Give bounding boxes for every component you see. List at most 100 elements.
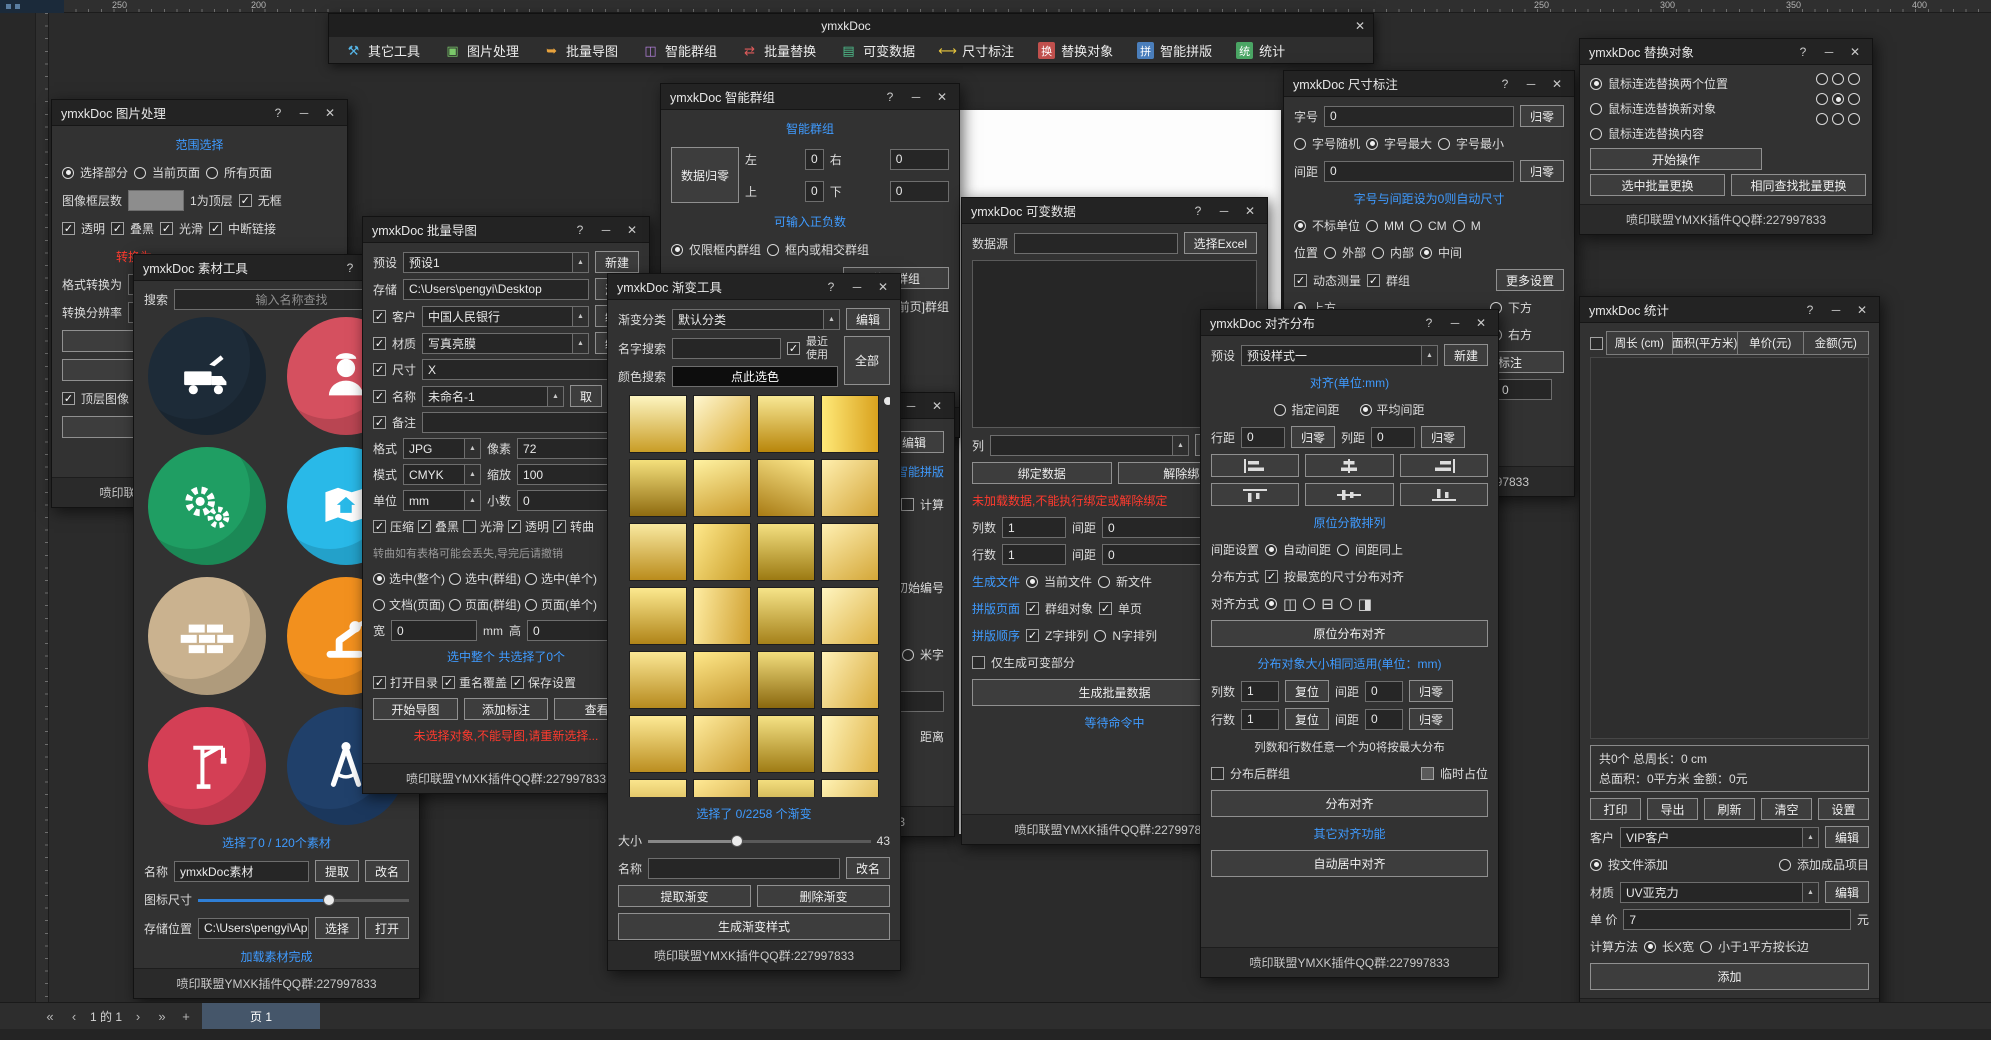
bind-data-button[interactable]: 绑定数据 <box>972 462 1112 484</box>
radio-current-file[interactable] <box>1026 576 1038 588</box>
radio-new-file[interactable] <box>1098 576 1110 588</box>
help-icon[interactable]: ? <box>270 106 286 120</box>
widest-size-checkbox[interactable] <box>1265 570 1278 583</box>
radio-align-mode-2[interactable] <box>1303 598 1315 610</box>
material-item[interactable] <box>144 447 271 565</box>
radio-selected-group[interactable] <box>449 573 461 585</box>
radio-mi-grid[interactable] <box>902 649 914 661</box>
dropdown-arrow-icon[interactable] <box>572 306 589 327</box>
minimize-icon[interactable]: ─ <box>598 223 614 237</box>
gradient-swatch[interactable] <box>693 459 751 517</box>
bottom-input[interactable]: 0 <box>890 181 949 202</box>
dropdown-arrow-icon[interactable] <box>1172 435 1189 456</box>
in-place-distribute-button[interactable]: 原位分布对齐 <box>1211 620 1488 647</box>
gradient-swatch[interactable] <box>757 651 815 709</box>
dropdown-arrow-icon[interactable] <box>547 386 564 407</box>
align-top-button[interactable] <box>1211 483 1299 506</box>
open-path-button[interactable]: 打开 <box>365 917 409 939</box>
option-radio[interactable] <box>1832 93 1844 105</box>
scrollbar-thumb[interactable] <box>884 397 890 405</box>
option-radio[interactable] <box>1832 113 1844 125</box>
radio-font-min[interactable] <box>1438 138 1450 150</box>
all-button[interactable]: 全部 <box>844 336 890 385</box>
align-center-h-button[interactable] <box>1305 454 1393 477</box>
dist-rows-input[interactable]: 1 <box>1241 709 1279 730</box>
toolbar-item-stats[interactable]: 统统计 <box>1236 41 1285 60</box>
preset-select[interactable]: 预设1 <box>403 252 572 273</box>
toolbar-item-replace-object[interactable]: 换替换对象 <box>1038 41 1113 60</box>
client-checkbox[interactable] <box>373 310 386 323</box>
gradient-swatch[interactable] <box>757 715 815 773</box>
titlebar[interactable]: ymxkDoc 可变数据?─✕ <box>962 198 1267 224</box>
help-icon[interactable]: ? <box>882 90 898 104</box>
material-item[interactable] <box>144 707 271 825</box>
radio-no-unit[interactable] <box>1294 220 1306 232</box>
radio-font-random[interactable] <box>1294 138 1306 150</box>
option-radio[interactable] <box>1816 113 1828 125</box>
stats-column-header[interactable]: 金额(元) <box>1803 331 1870 355</box>
material-item[interactable] <box>144 317 271 435</box>
gradient-swatch[interactable] <box>629 715 687 773</box>
zero-dist-row-button[interactable]: 归零 <box>1409 708 1453 730</box>
option-radio[interactable] <box>1848 113 1860 125</box>
help-icon[interactable]: ? <box>1802 303 1818 317</box>
option-radio[interactable] <box>1848 93 1860 105</box>
store-path-input[interactable]: C:\Users\pengyi\Desktop <box>403 279 589 300</box>
overprint-checkbox[interactable] <box>418 520 431 533</box>
stats-action-button[interactable]: 清空 <box>1761 798 1812 820</box>
help-icon[interactable]: ? <box>572 223 588 237</box>
align-right-button[interactable] <box>1400 454 1488 477</box>
edit-client-button[interactable]: 编辑 <box>1825 826 1869 848</box>
toolbar-item-smart-imposition[interactable]: 拼智能拼版 <box>1137 41 1212 60</box>
distribute-align-button[interactable]: 分布对齐 <box>1211 790 1488 817</box>
right-input[interactable]: 0 <box>890 149 949 170</box>
minimize-icon[interactable]: ─ <box>1447 316 1463 330</box>
titlebar[interactable]: ymxkDoc 对齐分布?─✕ <box>1201 310 1498 336</box>
radio-replace-two-positions[interactable] <box>1590 78 1602 90</box>
zero-dist-col-button[interactable]: 归零 <box>1409 680 1453 702</box>
dropdown-arrow-icon[interactable] <box>1802 827 1819 848</box>
gradient-swatch[interactable] <box>629 395 687 453</box>
edit-category-button[interactable]: 编辑 <box>846 308 890 330</box>
reset-cols-button[interactable]: 复位 <box>1285 680 1329 702</box>
row-gap-input[interactable]: 0 <box>1241 427 1285 448</box>
outline-checkbox[interactable] <box>553 520 566 533</box>
option-radio[interactable] <box>1832 73 1844 85</box>
material-name-input[interactable]: ymxkDoc素材 <box>174 861 309 882</box>
minimize-icon[interactable]: ─ <box>849 280 865 294</box>
gradient-swatch[interactable] <box>629 651 687 709</box>
add-page-button[interactable]: + <box>178 1009 194 1024</box>
help-icon[interactable]: ? <box>1190 204 1206 218</box>
radio-select-part[interactable] <box>62 167 74 179</box>
top-input[interactable]: 0 <box>805 181 824 202</box>
imposition-link[interactable]: 智能拼版 <box>896 463 944 480</box>
gradient-swatch[interactable] <box>629 587 687 645</box>
radio-font-max[interactable] <box>1366 138 1378 150</box>
stats-table-body[interactable] <box>1590 357 1869 739</box>
choose-path-button[interactable]: 选择 <box>315 917 359 939</box>
material-select[interactable]: 写真亮膜 <box>422 333 572 354</box>
gradient-swatch[interactable] <box>821 587 879 645</box>
add-annotation-button[interactable]: 添加标注 <box>464 698 549 720</box>
gradient-swatch[interactable] <box>757 523 815 581</box>
stats-action-button[interactable]: 设置 <box>1818 798 1869 820</box>
gradient-swatch[interactable] <box>821 651 879 709</box>
first-page-button[interactable]: « <box>42 1009 58 1024</box>
toolbar-item-image-process[interactable]: ▣图片处理 <box>444 41 519 60</box>
horizontal-ruler[interactable]: 250200250300350400 <box>0 0 1991 13</box>
minimize-icon[interactable]: ─ <box>903 399 919 413</box>
help-icon[interactable]: ? <box>342 261 358 275</box>
data-source-input[interactable] <box>1014 233 1178 254</box>
radio-under-one-sqm[interactable] <box>1700 941 1712 953</box>
radio-average-gap[interactable] <box>1360 404 1372 416</box>
gradient-swatch[interactable] <box>693 779 751 797</box>
radio-selected-whole[interactable] <box>373 573 385 585</box>
storage-path-input[interactable]: C:\Users\pengyi\App <box>198 918 309 939</box>
gradient-swatch[interactable] <box>821 523 879 581</box>
zero-row-button[interactable]: 归零 <box>1291 426 1335 448</box>
minimize-icon[interactable]: ─ <box>1523 77 1539 91</box>
gradient-swatch[interactable] <box>693 715 751 773</box>
option-radio[interactable] <box>1816 93 1828 105</box>
minimize-icon[interactable]: ─ <box>1216 204 1232 218</box>
data-zero-button[interactable]: 数据归零 <box>671 147 739 203</box>
